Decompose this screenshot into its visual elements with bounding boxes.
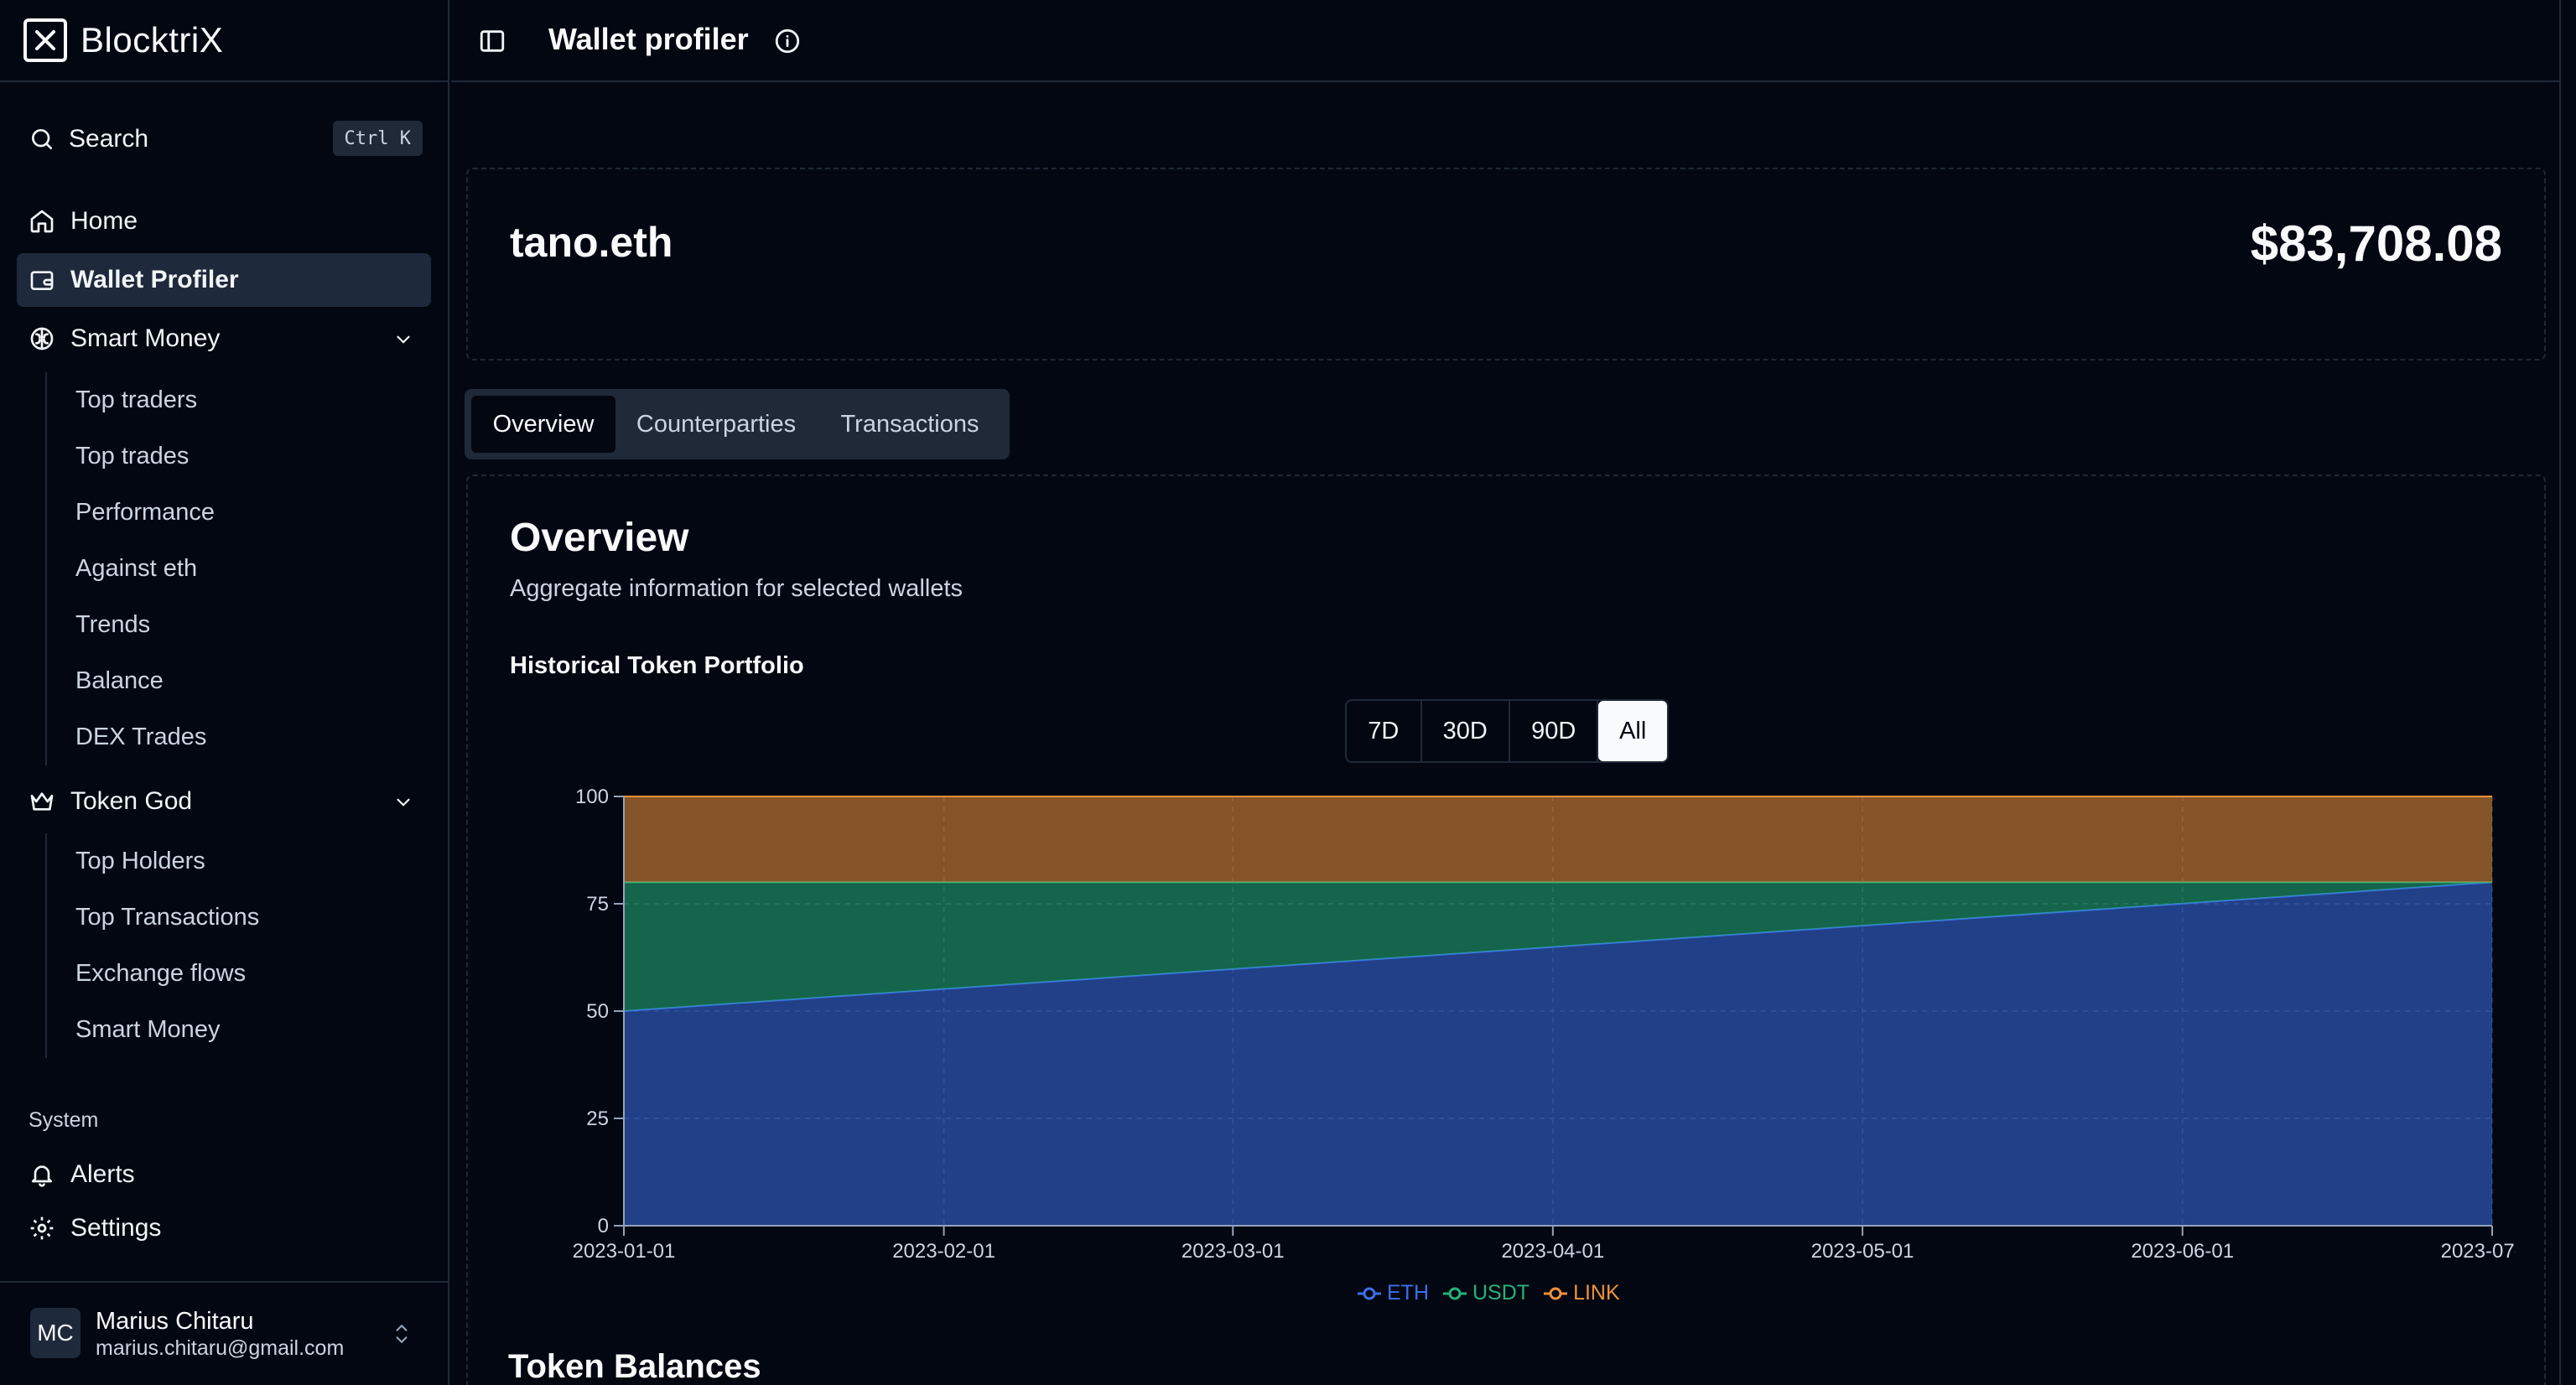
sidebar-subitem-performance[interactable]: Performance [47,485,215,541]
sidebar-subitem-top-transactions[interactable]: Top Transactions [47,890,259,946]
chevron-up-down-icon [396,1324,408,1344]
legend-line-icon [1443,1287,1467,1299]
sidebar-subitem-dex-trades[interactable]: DEX Trades [47,709,215,765]
search-button[interactable]: Search Ctrl K [17,117,423,161]
legend-item-link[interactable]: LINK [1543,1281,1620,1305]
chevron-down-icon [397,335,410,344]
sidebar-subitem-balance[interactable]: Balance [47,653,215,709]
sidebar-item-wallet-profiler[interactable]: Wallet Profiler [17,253,431,307]
legend-label: ETH [1387,1281,1429,1305]
x-tick-label: 2023-02-01 [892,1240,995,1263]
sidebar-item-label: Alerts [70,1160,135,1188]
token-god-submenu: Top Holders Top Transactions Exchange fl… [45,833,259,1058]
avatar: MC [30,1308,80,1358]
chart-legend: ETH USDT LINK [1357,1281,1620,1305]
x-tick-label: 2023-01-01 [573,1240,676,1263]
brain-icon [30,327,54,350]
section-label-system: System [29,1108,99,1132]
sidebar-subitem-smart-money[interactable]: Smart Money [47,1002,259,1058]
sidebar-item-label: Home [70,207,138,235]
y-tick-label: 100 [575,786,609,808]
sidebar-item-label: Smart Money [70,324,221,352]
x-tick-label: 2023-05-01 [1811,1240,1914,1263]
sidebar-item-label: Token God [70,787,193,815]
range-7d-button[interactable]: 7D [1347,701,1422,761]
user-menu[interactable]: MC Marius Chitaru marius.chitaru@gmail.c… [0,1281,449,1385]
x-tick-label: 2023-03-01 [1182,1240,1285,1263]
portfolio-area-chart: 0 25 50 75 100 2023-01-01 2023-02-01 2023-03-01… [573,786,2516,1263]
user-email: marius.chitaru@gmail.com [96,1336,345,1360]
sidebar-item-token-god[interactable]: Token God [17,775,431,828]
gear-icon [30,1216,54,1240]
tab-overview[interactable]: Overview [471,396,615,453]
tab-list: Overview Counterparties Transactions [465,389,1010,459]
brand-logo-icon [23,18,67,62]
tab-transactions[interactable]: Transactions [817,396,1003,453]
legend-label: USDT [1472,1281,1530,1305]
y-tick-label: 50 [586,1000,609,1023]
range-all-button[interactable]: All [1598,701,1667,761]
range-30d-button[interactable]: 30D [1422,701,1510,761]
sidebar-item-label: Wallet Profiler [70,266,239,293]
search-shortcut: Ctrl K [332,121,423,156]
wallet-name: tano.eth [510,219,673,266]
wallet-value: $83,708.08 [2250,215,2502,272]
sidebar: BlocktriX Search Ctrl K Home Wallet Prof… [0,0,449,1385]
sidebar-subitem-top-holders[interactable]: Top Holders [47,833,259,890]
sidebar-toggle-icon[interactable] [478,27,506,55]
y-tick-label: 75 [586,893,609,916]
brand-name: BlocktriX [80,20,224,60]
legend-item-usdt[interactable]: USDT [1442,1281,1530,1305]
time-range-selector: 7D 30D 90D All [1345,699,1669,763]
sidebar-item-alerts[interactable]: Alerts [17,1149,431,1201]
search-label: Search [69,125,149,153]
legend-line-icon [1544,1287,1568,1299]
legend-label: LINK [1573,1281,1620,1305]
sidebar-subitem-top-trades[interactable]: Top trades [47,428,215,485]
x-tick-label: 2023-07-01 [2441,1240,2516,1263]
legend-line-icon [1358,1287,1381,1299]
wallet-summary-card: tano.eth $83,708.08 [466,168,2546,361]
range-90d-button[interactable]: 90D [1510,701,1599,761]
scrollbar[interactable] [2559,0,2576,1385]
page-title: Wallet profiler [548,22,749,56]
chart-title: Historical Token Portfolio [510,652,804,679]
wallet-icon [30,271,54,290]
sidebar-item-settings[interactable]: Settings [17,1202,431,1254]
x-tick-label: 2023-04-01 [1501,1240,1604,1263]
info-icon[interactable] [773,27,802,55]
header: Wallet profiler [451,0,2559,82]
legend-item-eth[interactable]: ETH [1357,1281,1429,1305]
search-icon [32,129,52,149]
smart-money-submenu: Top traders Top trades Performance Again… [45,372,215,765]
y-tick-label: 0 [598,1215,609,1237]
sidebar-item-home[interactable]: Home [17,195,431,248]
overview-subtitle: Aggregate information for selected walle… [510,575,963,602]
user-name: Marius Chitaru [96,1308,254,1335]
sidebar-subitem-exchange-flows[interactable]: Exchange flows [47,946,259,1002]
token-balances-title: Token Balances [508,1348,761,1385]
sidebar-item-label: Settings [70,1214,162,1242]
y-tick-label: 25 [586,1107,609,1130]
area-link [624,796,2492,883]
overview-title: Overview [510,516,689,560]
sidebar-item-smart-money[interactable]: Smart Money [17,312,431,366]
brand[interactable]: BlocktriX [0,0,449,82]
sidebar-subitem-against-eth[interactable]: Against eth [47,541,215,597]
chevron-down-icon [397,798,410,807]
tab-counterparties[interactable]: Counterparties [621,396,812,453]
crown-icon [30,792,54,811]
sidebar-subitem-trends[interactable]: Trends [47,597,215,653]
bell-icon [32,1165,52,1187]
x-tick-label: 2023-06-01 [2131,1240,2234,1263]
sidebar-subitem-top-traders[interactable]: Top traders [47,372,215,428]
home-icon [30,210,54,233]
